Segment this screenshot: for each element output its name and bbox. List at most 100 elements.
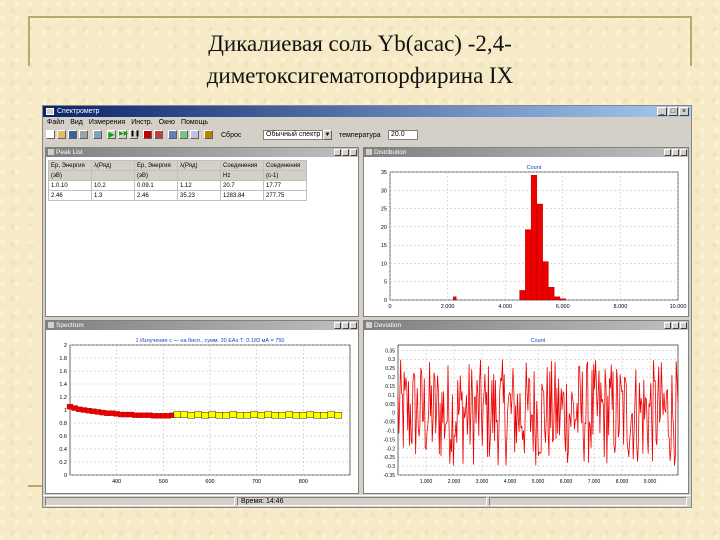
window-title: Спектрометр xyxy=(57,108,100,115)
y-tick-label: 0.2 xyxy=(388,375,395,381)
spectrum-yellow-point xyxy=(215,411,224,419)
y-tick-label: 0.1 xyxy=(388,393,395,399)
table-header-cell: (эВ) xyxy=(48,170,92,181)
record-icon[interactable] xyxy=(154,130,163,139)
table-cell: 1283.84 xyxy=(220,190,264,201)
y-tick-label: -0.3 xyxy=(386,464,395,470)
panel-close-button[interactable] xyxy=(350,322,357,329)
minimize-button[interactable]: _ xyxy=(657,107,667,116)
open-icon[interactable] xyxy=(57,130,66,139)
menu-measure[interactable]: Измерения xyxy=(89,118,125,127)
x-tick-label: 3.000 xyxy=(476,479,489,485)
pause-icon[interactable]: ❚❚ xyxy=(129,130,140,139)
distribution-chart: 0 5 10 15 20 25 30 35 0 2.000 4.000 6.000 8.000 10.00… xyxy=(381,165,687,310)
table-header-cell[interactable]: Соединения xyxy=(220,160,264,171)
temperature-input[interactable]: 20.0 xyxy=(388,130,418,140)
menu-tools[interactable]: Инстр. xyxy=(131,118,152,127)
table-header-cell: (эВ) xyxy=(134,170,178,181)
table-cell: 10.2 xyxy=(91,180,135,191)
panel-minimize-button[interactable] xyxy=(664,149,671,156)
slide-title: Дикалиевая соль Yb(acac) -2,4- диметокси… xyxy=(90,28,630,92)
play-icon[interactable]: ▶ xyxy=(107,130,116,139)
x-tick-label: 8.000 xyxy=(614,304,628,310)
table-row[interactable]: 2.46 1.3 2.46 35.23 1283.84 277.75 xyxy=(48,190,307,201)
table-header-cell[interactable]: Соединения xyxy=(263,160,307,171)
slide-title-line1: Дикалиевая соль Yb(acac) -2,4- xyxy=(208,31,512,56)
x-tick-label: 700 xyxy=(252,479,261,485)
deviation-chart: -0.35 -0.3 -0.25 -0.2 -0.15 -0.1 -0.05 0 0.05 0.1… xyxy=(384,338,679,485)
menu-file[interactable]: Файл xyxy=(47,118,64,127)
deviation-title: Deviation xyxy=(374,322,402,329)
table-header-cell[interactable]: λ(Ряд) xyxy=(91,160,135,171)
x-tick-label: 800 xyxy=(299,479,308,485)
x-tick-label: 5.000 xyxy=(532,479,545,485)
maximize-button[interactable]: □ xyxy=(668,107,678,116)
panel-close-button[interactable] xyxy=(350,149,357,156)
window-titlebar: Спектрометр _ □ × xyxy=(43,106,691,117)
menu-window[interactable]: Окно xyxy=(159,118,175,127)
y-tick-label: 1 xyxy=(64,408,67,414)
table-header-cell: (с-1) xyxy=(263,170,307,181)
panel-minimize-button[interactable] xyxy=(334,149,341,156)
grid-icon[interactable] xyxy=(190,130,199,139)
spectrum-yellow-point xyxy=(194,411,203,418)
histogram-bar xyxy=(559,298,566,301)
temperature-label: температура xyxy=(339,132,381,139)
y-tick-label: 30 xyxy=(381,188,387,194)
panel-maximize-button[interactable] xyxy=(342,322,349,329)
spectrum-yellow-point xyxy=(264,411,273,418)
panel-minimize-button[interactable] xyxy=(334,322,341,329)
panel-maximize-button[interactable] xyxy=(672,149,679,156)
x-tick-label: 6.000 xyxy=(560,479,573,485)
save-icon[interactable] xyxy=(68,130,77,139)
table-cell: 1.12 xyxy=(177,180,221,191)
histogram-bar xyxy=(553,296,561,301)
panel-icon xyxy=(366,149,372,155)
panel-close-button[interactable] xyxy=(680,322,687,329)
marker-icon[interactable] xyxy=(204,130,213,139)
table-header-cell[interactable]: Ep, Энергия xyxy=(134,160,178,171)
menu-help[interactable]: Помощь xyxy=(181,118,208,127)
mode-dropdown-value: Обычный спектр xyxy=(266,131,321,138)
menu-view[interactable]: Вид xyxy=(70,118,83,127)
table-cell: 0.09.1 xyxy=(134,180,178,191)
spectrum-yellow-point xyxy=(173,411,182,418)
table-row[interactable]: 1.0.10 10.2 0.09.1 1.12 20.7 17.77 xyxy=(48,180,307,191)
new-icon[interactable] xyxy=(46,130,55,139)
panel-close-button[interactable] xyxy=(680,149,687,156)
panel-minimize-button[interactable] xyxy=(664,322,671,329)
print-icon[interactable] xyxy=(79,130,88,139)
spectrum-yellow-point xyxy=(229,411,238,418)
stop-icon[interactable] xyxy=(143,130,152,139)
peak-list-title: Peak List xyxy=(56,149,83,156)
reset-label: Сброс xyxy=(221,132,242,139)
histogram-bar xyxy=(525,229,532,301)
settings-icon[interactable] xyxy=(93,130,102,139)
y-tick-label: 20 xyxy=(381,225,387,231)
fast-forward-icon[interactable]: ▶▶ xyxy=(118,130,128,139)
y-tick-label: 0.8 xyxy=(59,421,67,427)
table-header-cell[interactable]: λ(Ряд) xyxy=(177,160,221,171)
table-header-cell[interactable]: Ep, Энергия xyxy=(48,160,92,171)
x-tick-label: 4.000 xyxy=(504,479,517,485)
y-tick-label: -0.1 xyxy=(386,428,395,434)
peak-table: Ep, Энергия λ(Ряд) Ep, Энергия λ(Ряд) Со… xyxy=(48,160,307,201)
status-bar: Время: 14:46 xyxy=(43,495,691,507)
chevron-down-icon[interactable]: ▼ xyxy=(323,130,332,140)
y-tick-label: 0 xyxy=(392,411,395,417)
spectrum-yellow-point xyxy=(278,411,287,419)
y-tick-label: 35 xyxy=(381,170,387,176)
slide-border-top xyxy=(28,16,692,18)
table-icon[interactable] xyxy=(179,130,188,139)
spectrum-yellow-point xyxy=(313,411,322,419)
panel-maximize-button[interactable] xyxy=(342,149,349,156)
table-header-row: (эВ) (эВ) Hz (с-1) xyxy=(48,170,307,181)
mode-dropdown[interactable]: Обычный спектр xyxy=(263,130,323,140)
spectrum-yellow-point xyxy=(334,411,343,419)
y-tick-label: 0 xyxy=(64,473,67,479)
y-tick-label: 0.6 xyxy=(59,434,67,440)
chart-icon[interactable] xyxy=(168,130,177,139)
x-tick-label: 9.000 xyxy=(644,479,657,485)
panel-maximize-button[interactable] xyxy=(672,322,679,329)
close-button[interactable]: × xyxy=(679,107,689,116)
